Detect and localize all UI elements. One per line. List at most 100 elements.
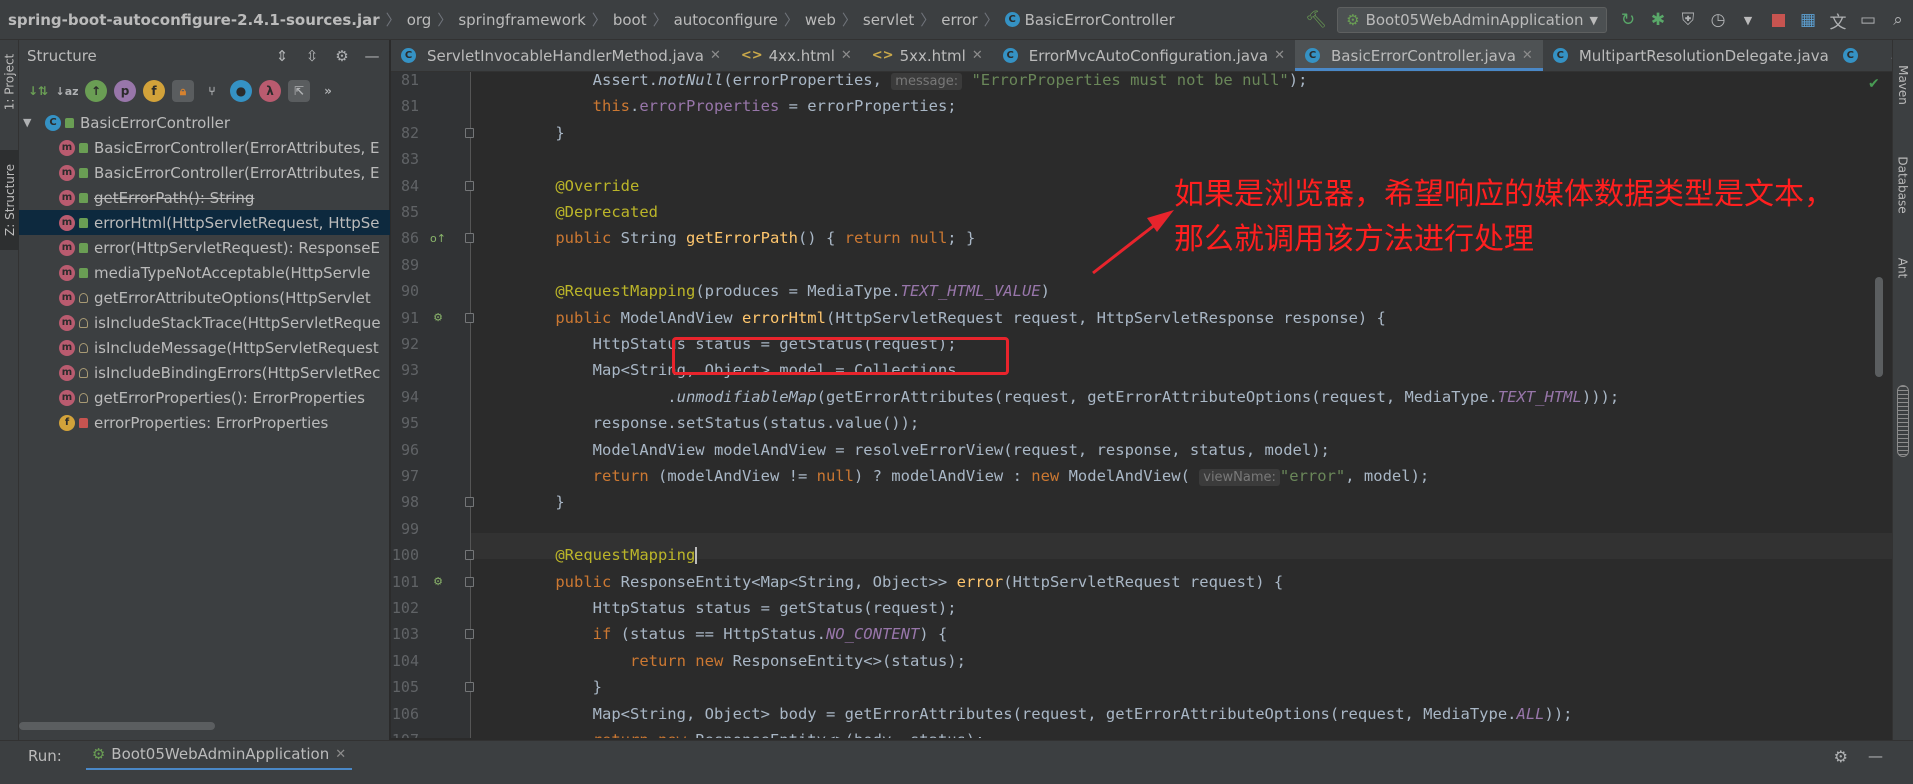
breadcrumb-jar[interactable]: spring-boot-autoconfigure-2.4.1-sources.… (8, 11, 380, 29)
tool-tab-database[interactable]: Database (1893, 140, 1912, 230)
inspection-ok-icon[interactable]: ✔ (1868, 76, 1880, 92)
run-configuration-selector[interactable]: ⚙ Boot05WebAdminApplication ▼ (1337, 7, 1607, 33)
protected-visibility-icon (79, 392, 88, 403)
sort-by-visibility-icon[interactable]: ↓⇅ (27, 80, 49, 102)
structure-tree: ▼ C BasicErrorController m BasicErrorCont… (19, 110, 390, 435)
show-fields-icon[interactable]: f (143, 80, 165, 102)
breadcrumb-separator: 〉 (920, 11, 936, 29)
class-icon: C (45, 114, 61, 131)
tab-4xx-html[interactable]: <> 4xx.html ✕ (731, 40, 862, 71)
tree-item[interactable]: m BasicErrorController(ErrorAttributes, E (19, 135, 390, 160)
coverage-shield-icon[interactable]: ⛨ (1673, 5, 1703, 35)
anonymous-classes-icon[interactable]: ● (230, 80, 252, 102)
show-non-public-icon[interactable]: 🔒︎ (172, 80, 194, 102)
annotation-note-line-1: 如果是浏览器，希望响应的媒体数据类型是文本， (1174, 177, 1834, 212)
scroll-map-slider[interactable] (1897, 385, 1909, 457)
tab-multipartresolutiondelegate[interactable]: C MultipartResolutionDelegate.java (1543, 40, 1839, 71)
expand-arrow-icon[interactable]: ▼ (23, 116, 39, 129)
breadcrumb-basicerrorcontroller[interactable]: BasicErrorController (1025, 11, 1175, 29)
tree-item[interactable]: m isIncludeStackTrace(HttpServletReque (19, 310, 390, 335)
breadcrumb-servlet[interactable]: servlet (863, 11, 914, 29)
show-lambdas-icon[interactable]: ⑂ (201, 80, 223, 102)
settings-gear-icon[interactable]: ⚙ (331, 44, 353, 68)
tree-item-label: BasicErrorController(ErrorAttributes, E (94, 138, 380, 157)
breadcrumb-springframework[interactable]: springframework (458, 11, 585, 29)
tree-item[interactable]: m mediaTypeNotAcceptable(HttpServle (19, 260, 390, 285)
project-structure-icon[interactable]: ▦ (1793, 5, 1823, 35)
left-tool-strip: 1: Project Z: Structure (0, 40, 19, 740)
close-icon[interactable]: ✕ (972, 48, 983, 63)
structure-panel: Structure ⇕ ⇳ ⚙ — ↓⇅ ↓az ↑ p f 🔒︎ ⑂ ● λ … (19, 40, 390, 740)
close-icon[interactable]: ✕ (841, 48, 852, 63)
tool-tab-project[interactable]: 1: Project (0, 42, 19, 122)
structure-horizontal-scrollbar[interactable] (19, 722, 390, 730)
method-icon: m (59, 364, 75, 381)
class-icon: C (1305, 48, 1321, 63)
debug-bug-icon[interactable]: ✱ (1643, 5, 1673, 35)
breadcrumb-org[interactable]: org (407, 11, 432, 29)
more-options-icon[interactable]: » (317, 80, 339, 102)
class-icon: C (1842, 48, 1858, 63)
tree-item[interactable]: m errorHtml(HttpServletRequest, HttpSe (19, 210, 390, 235)
translate-icon[interactable]: 文 (1823, 5, 1853, 35)
show-properties-icon[interactable]: p (114, 80, 136, 102)
stop-icon[interactable] (1763, 5, 1793, 35)
structure-header-actions: ⇕ ⇳ ⚙ — (271, 44, 383, 68)
autoscroll-from-source-icon[interactable]: ⇱ (288, 80, 310, 102)
lambda-icon[interactable]: λ (259, 80, 281, 102)
spring-boot-icon: ⚙ (1346, 11, 1360, 29)
class-icon: C (1002, 48, 1018, 63)
rerun-icon[interactable]: ↻ (1613, 5, 1643, 35)
breadcrumb-error[interactable]: error (941, 11, 977, 29)
tree-item[interactable]: m getErrorPath(): String (19, 185, 390, 210)
method-icon: m (59, 139, 75, 156)
tree-root-label: BasicErrorController (80, 113, 231, 132)
tree-item-label: isIncludeStackTrace(HttpServletReque (94, 313, 381, 332)
close-icon[interactable]: ✕ (335, 747, 346, 762)
breadcrumb-boot[interactable]: boot (613, 11, 647, 29)
build-hammer-icon[interactable]: 🔨︎ (1301, 5, 1331, 35)
search-icon[interactable]: ⌕ (1883, 5, 1913, 35)
tab-overflow[interactable]: C (1839, 40, 1867, 71)
tool-tab-structure[interactable]: Z: Structure (0, 150, 19, 250)
tab-basicerrorcontroller[interactable]: C BasicErrorController.java ✕ (1295, 40, 1543, 71)
tree-item[interactable]: m isIncludeBindingErrors(HttpServletRec (19, 360, 390, 385)
breadcrumb-web[interactable]: web (805, 11, 836, 29)
chevron-down-icon: ▼ (1589, 13, 1598, 27)
run-tab[interactable]: ⚙ Boot05WebAdminApplication ✕ (85, 741, 353, 771)
public-visibility-icon (65, 117, 74, 128)
tab-5xx-html[interactable]: <> 5xx.html ✕ (862, 40, 993, 71)
profile-clock-icon[interactable]: ◷ (1703, 5, 1733, 35)
method-icon: m (59, 214, 75, 231)
more-run-options-icon[interactable]: ▼ (1733, 5, 1763, 35)
tree-item[interactable]: m BasicErrorController(ErrorAttributes, E (19, 160, 390, 185)
tab-servletinvocablehandlermethod[interactable]: C ServletInvocableHandlerMethod.java ✕ (391, 40, 731, 71)
sort-alphabetically-icon[interactable]: ↓az (55, 80, 78, 102)
breadcrumb-autoconfigure[interactable]: autoconfigure (674, 11, 778, 29)
close-icon[interactable]: ✕ (1274, 48, 1285, 63)
tool-tab-ant[interactable]: Ant (1893, 245, 1912, 290)
tree-item[interactable]: m getErrorAttributeOptions(HttpServlet (19, 285, 390, 310)
public-visibility-icon (79, 242, 88, 253)
editor-vertical-scrollbar[interactable] (1875, 72, 1883, 738)
expand-all-icon[interactable]: ⇕ (271, 44, 293, 68)
method-icon: m (59, 264, 75, 281)
close-icon[interactable]: ✕ (710, 48, 721, 63)
tree-item[interactable]: m getErrorProperties(): ErrorProperties (19, 385, 390, 410)
show-inherited-icon[interactable]: ↑ (85, 80, 107, 102)
tab-errormvcautoconfiguration[interactable]: C ErrorMvcAutoConfiguration.java ✕ (993, 40, 1295, 71)
tree-item[interactable]: m error(HttpServletRequest): ResponseE (19, 235, 390, 260)
close-icon[interactable]: ✕ (1522, 48, 1533, 63)
tool-tab-maven[interactable]: Maven (1893, 50, 1912, 120)
hide-panel-icon[interactable]: — (361, 44, 383, 68)
tree-item-label: isIncludeBindingErrors(HttpServletRec (94, 363, 381, 382)
presentation-mode-icon[interactable]: ▭ (1853, 5, 1883, 35)
tree-item[interactable]: m isIncludeMessage(HttpServletRequest (19, 335, 390, 360)
hide-panel-icon[interactable]: — (1868, 747, 1883, 765)
settings-gear-icon[interactable]: ⚙ (1834, 747, 1848, 766)
tree-root[interactable]: ▼ C BasicErrorController (19, 110, 390, 135)
run-tool-bar: Run: ⚙ Boot05WebAdminApplication ✕ ⚙ — (0, 740, 1913, 771)
collapse-all-icon[interactable]: ⇳ (301, 44, 323, 68)
tree-item[interactable]: f errorProperties: ErrorProperties (19, 410, 390, 435)
tree-item-label: BasicErrorController(ErrorAttributes, E (94, 163, 380, 182)
